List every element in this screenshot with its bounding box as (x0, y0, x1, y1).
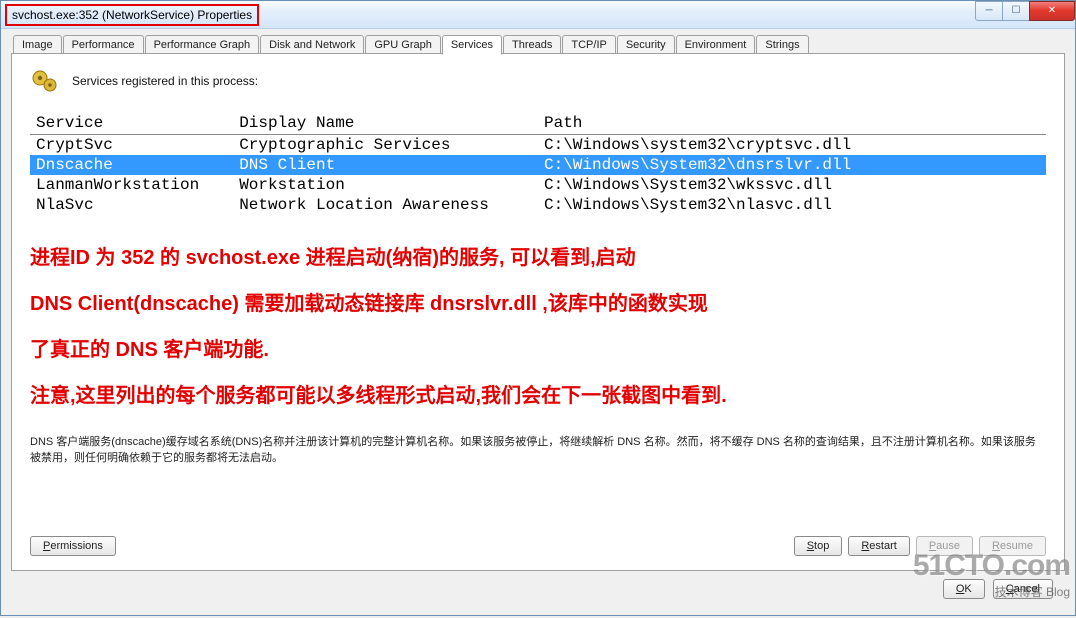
pause-button[interactable]: Pause (916, 536, 973, 556)
cell-service: CryptSvc (30, 135, 233, 156)
properties-window: svchost.exe:352 (NetworkService) Propert… (0, 0, 1076, 616)
tab-image[interactable]: Image (13, 35, 62, 54)
tab-performance[interactable]: Performance (63, 35, 144, 54)
resume-button[interactable]: Resume (979, 536, 1046, 556)
tab-strings[interactable]: Strings (756, 35, 808, 54)
cell-display: Workstation (233, 175, 538, 195)
column-path[interactable]: Path (538, 112, 1046, 135)
table-row[interactable]: DnscacheDNS ClientC:\Windows\System32\dn… (30, 155, 1046, 175)
annotation-line: 了真正的 DNS 客户端功能. (30, 327, 1046, 373)
cell-path: C:\Windows\System32\wkssvc.dll (538, 175, 1046, 195)
stop-button[interactable]: Stop (794, 536, 843, 556)
tab-security[interactable]: Security (617, 35, 675, 54)
panel-header-label: Services registered in this process: (72, 74, 258, 88)
tab-services[interactable]: Services (442, 35, 502, 55)
table-row[interactable]: CryptSvcCryptographic ServicesC:\Windows… (30, 135, 1046, 156)
annotation-overlay: 进程ID 为 352 的 svchost.exe 进程启动(纳宿)的服务, 可以… (30, 235, 1046, 419)
ok-button[interactable]: OK (943, 579, 985, 599)
cell-display: Network Location Awareness (233, 195, 538, 215)
table-row[interactable]: LanmanWorkstationWorkstationC:\Windows\S… (30, 175, 1046, 195)
panel-button-bar: Permissions Stop Restart Pause Resume (30, 520, 1046, 556)
cancel-button[interactable]: Cancel (993, 579, 1053, 599)
tab-environment[interactable]: Environment (676, 35, 756, 54)
dialog-footer: OK Cancel (11, 571, 1065, 605)
titlebar: svchost.exe:352 (NetworkService) Propert… (1, 1, 1075, 29)
annotation-line: 进程ID 为 352 的 svchost.exe 进程启动(纳宿)的服务, 可以… (30, 235, 1046, 281)
window-title: svchost.exe:352 (NetworkService) Propert… (9, 7, 255, 23)
tab-tcp/ip[interactable]: TCP/IP (562, 35, 615, 54)
cell-path: C:\Windows\System32\dnsrslvr.dll (538, 155, 1046, 175)
annotation-line: 注意,这里列出的每个服务都可能以多线程形式启动,我们会在下一张截图中看到. (30, 373, 1046, 419)
cell-display: DNS Client (233, 155, 538, 175)
maximize-button[interactable]: ☐ (1002, 1, 1030, 21)
services-panel: Services registered in this process: Ser… (11, 53, 1065, 571)
title-highlight-box: svchost.exe:352 (NetworkService) Propert… (5, 4, 259, 26)
cell-display: Cryptographic Services (233, 135, 538, 156)
tab-strip: ImagePerformancePerformance GraphDisk an… (11, 35, 1065, 54)
cell-service: Dnscache (30, 155, 233, 175)
tab-performance-graph[interactable]: Performance Graph (145, 35, 260, 54)
close-button[interactable]: ✕ (1029, 1, 1075, 21)
table-row[interactable]: NlaSvcNetwork Location AwarenessC:\Windo… (30, 195, 1046, 215)
minimize-button[interactable]: ─ (975, 1, 1003, 21)
cell-path: C:\Windows\System32\nlasvc.dll (538, 195, 1046, 215)
tab-gpu-graph[interactable]: GPU Graph (365, 35, 440, 54)
service-description: DNS 客户端服务(dnscache)缓存域名系统(DNS)名称并注册该计算机的… (30, 435, 1046, 467)
panel-header: Services registered in this process: (30, 68, 1046, 94)
services-table[interactable]: Service Display Name Path CryptSvcCrypto… (30, 112, 1046, 215)
column-service[interactable]: Service (30, 112, 233, 135)
cell-path: C:\Windows\system32\cryptsvc.dll (538, 135, 1046, 156)
column-display-name[interactable]: Display Name (233, 112, 538, 135)
cell-service: LanmanWorkstation (30, 175, 233, 195)
tab-threads[interactable]: Threads (503, 35, 561, 54)
cell-service: NlaSvc (30, 195, 233, 215)
tab-disk-and-network[interactable]: Disk and Network (260, 35, 364, 54)
table-header-row: Service Display Name Path (30, 112, 1046, 135)
restart-button[interactable]: Restart (848, 536, 909, 556)
client-area: ImagePerformancePerformance GraphDisk an… (1, 29, 1075, 615)
permissions-button[interactable]: Permissions (30, 536, 116, 556)
gear-icon (30, 68, 60, 94)
window-controls: ─ ☐ ✕ (976, 1, 1075, 21)
annotation-line: DNS Client(dnscache) 需要加载动态链接库 dnsrslvr.… (30, 281, 1046, 327)
